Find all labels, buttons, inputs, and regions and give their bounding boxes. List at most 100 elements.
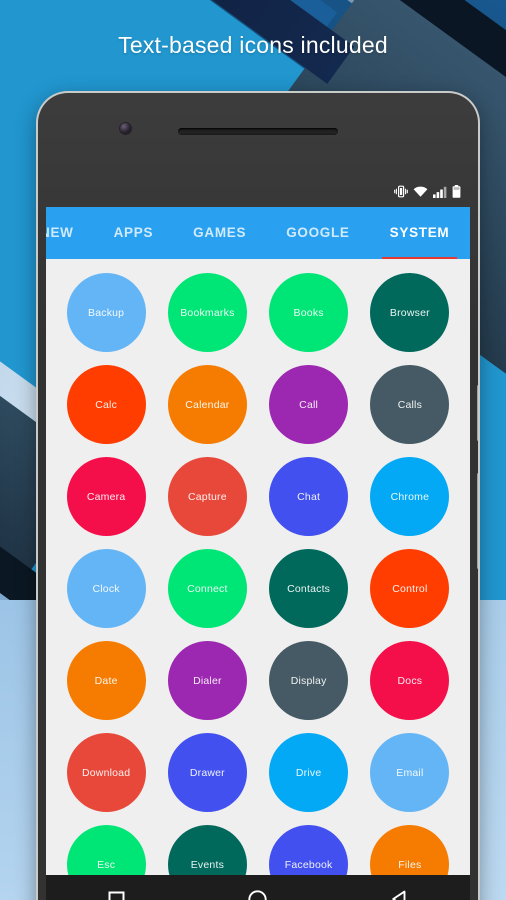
icon-cell: Backup: [60, 271, 152, 354]
app-icon-label: Capture: [187, 490, 227, 503]
home-button[interactable]: [228, 875, 288, 900]
back-button[interactable]: [369, 875, 429, 900]
app-icon-download[interactable]: Download: [66, 733, 146, 812]
app-icon-connect[interactable]: Connect: [167, 549, 247, 628]
app-icon-label: Calls: [397, 398, 423, 411]
app-icon-label: Clock: [92, 582, 120, 595]
app-icon-label: Connect: [187, 582, 228, 595]
app-icon-calendar[interactable]: Calendar: [167, 365, 247, 444]
app-icon-files[interactable]: Files: [370, 825, 450, 875]
app-icon-browser[interactable]: Browser: [370, 273, 450, 352]
icon-cell: Calc: [60, 363, 152, 446]
vibrate-icon: [394, 185, 408, 203]
icon-cell: Bookmarks: [161, 271, 253, 354]
icon-cell: Download: [60, 731, 152, 814]
app-icon-docs[interactable]: Docs: [370, 641, 450, 720]
recents-button[interactable]: [87, 875, 147, 900]
app-icon-facebook[interactable]: Facebook: [269, 825, 349, 875]
power-button[interactable]: [477, 385, 478, 441]
navigation-bar: [46, 875, 470, 900]
app-icon-email[interactable]: Email: [370, 733, 450, 812]
icon-cell: Email: [364, 731, 456, 814]
tab-apps[interactable]: APPS: [94, 207, 174, 259]
app-icon-label: Control: [392, 582, 428, 595]
icon-cell: Connect: [161, 547, 253, 630]
tab-games[interactable]: GAMES: [173, 207, 266, 259]
app-icon-calls[interactable]: Calls: [370, 365, 450, 444]
app-icon-control[interactable]: Control: [370, 549, 450, 628]
app-icon-display[interactable]: Display: [269, 641, 349, 720]
icon-cell: Browser: [364, 271, 456, 354]
wifi-icon: [413, 185, 428, 203]
app-icon-label: Bookmarks: [180, 306, 235, 319]
app-icon-chrome[interactable]: Chrome: [370, 457, 450, 536]
tab-google[interactable]: GOOGLE: [266, 207, 369, 259]
earpiece-speaker-icon: [178, 128, 338, 135]
icon-cell: Clock: [60, 547, 152, 630]
icon-grid: Backup Bookmarks Books Browser Calc Calendar C…: [46, 259, 470, 875]
tab-new[interactable]: NEW: [46, 207, 94, 259]
icon-cell: Docs: [364, 639, 456, 722]
app-icon-label: Chrome: [390, 490, 430, 503]
app-icon-label: Camera: [86, 490, 126, 503]
app-icon-label: Browser: [389, 306, 430, 319]
app-icon-esc[interactable]: Esc: [66, 825, 146, 875]
app-icon-label: Chat: [297, 490, 321, 503]
app-icon-label: Docs: [397, 674, 423, 687]
app-icon-label: Drawer: [189, 766, 225, 779]
icon-cell: Events: [161, 823, 253, 875]
app-icon-label: Files: [398, 858, 422, 871]
icon-cell: Control: [364, 547, 456, 630]
app-icon-date[interactable]: Date: [66, 641, 146, 720]
phone-mockup: NEW APPS GAMES GOOGLE SYSTEM MISC Backup…: [38, 93, 478, 900]
app-icon-label: Call: [299, 398, 319, 411]
icon-cell: Contacts: [263, 547, 355, 630]
icon-cell: Drive: [263, 731, 355, 814]
app-icon-label: Dialer: [193, 674, 222, 687]
app-icon-label: Date: [94, 674, 118, 687]
app-icon-camera[interactable]: Camera: [66, 457, 146, 536]
app-icon-books[interactable]: Books: [269, 273, 349, 352]
volume-button[interactable]: [477, 473, 478, 569]
icon-cell: Chrome: [364, 455, 456, 538]
app-icon-contacts[interactable]: Contacts: [269, 549, 349, 628]
tab-system[interactable]: SYSTEM: [370, 207, 470, 259]
app-icon-label: Events: [190, 858, 225, 871]
icon-cell: Calendar: [161, 363, 253, 446]
app-icon-label: Esc: [97, 858, 116, 871]
app-icon-drive[interactable]: Drive: [269, 733, 349, 812]
icon-cell: Date: [60, 639, 152, 722]
app-icon-label: Contacts: [287, 582, 331, 595]
icon-cell: Camera: [60, 455, 152, 538]
app-icon-drawer[interactable]: Drawer: [167, 733, 247, 812]
icon-cell: Calls: [364, 363, 456, 446]
app-screen: NEW APPS GAMES GOOGLE SYSTEM MISC Backup…: [46, 207, 470, 875]
icon-cell: Call: [263, 363, 355, 446]
app-icon-label: Calc: [95, 398, 118, 411]
app-icon-call[interactable]: Call: [269, 365, 349, 444]
app-icon-bookmarks[interactable]: Bookmarks: [167, 273, 247, 352]
tab-bar: NEW APPS GAMES GOOGLE SYSTEM MISC: [46, 207, 470, 259]
tab-misc[interactable]: MISC: [469, 207, 470, 259]
app-icon-label: Display: [290, 674, 327, 687]
icon-cell: Dialer: [161, 639, 253, 722]
battery-icon: [452, 185, 461, 203]
app-icon-label: Email: [396, 766, 424, 779]
app-icon-clock[interactable]: Clock: [66, 549, 146, 628]
app-icon-calc[interactable]: Calc: [66, 365, 146, 444]
promo-screenshot: Text-based icons included EW APPS GAMES …: [0, 0, 506, 900]
app-icon-chat[interactable]: Chat: [269, 457, 349, 536]
app-icon-label: Facebook: [284, 858, 333, 871]
promo-headline: Text-based icons included: [118, 32, 388, 58]
front-camera-icon: [120, 123, 131, 134]
app-icon-label: Books: [293, 306, 324, 319]
icon-cell: Facebook: [263, 823, 355, 875]
icon-cell: Capture: [161, 455, 253, 538]
app-icon-label: Download: [81, 766, 131, 779]
app-icon-events[interactable]: Events: [167, 825, 247, 875]
app-icon-dialer[interactable]: Dialer: [167, 641, 247, 720]
icon-cell: Drawer: [161, 731, 253, 814]
app-icon-capture[interactable]: Capture: [167, 457, 247, 536]
app-icon-label: Drive: [295, 766, 322, 779]
app-icon-backup[interactable]: Backup: [66, 273, 146, 352]
